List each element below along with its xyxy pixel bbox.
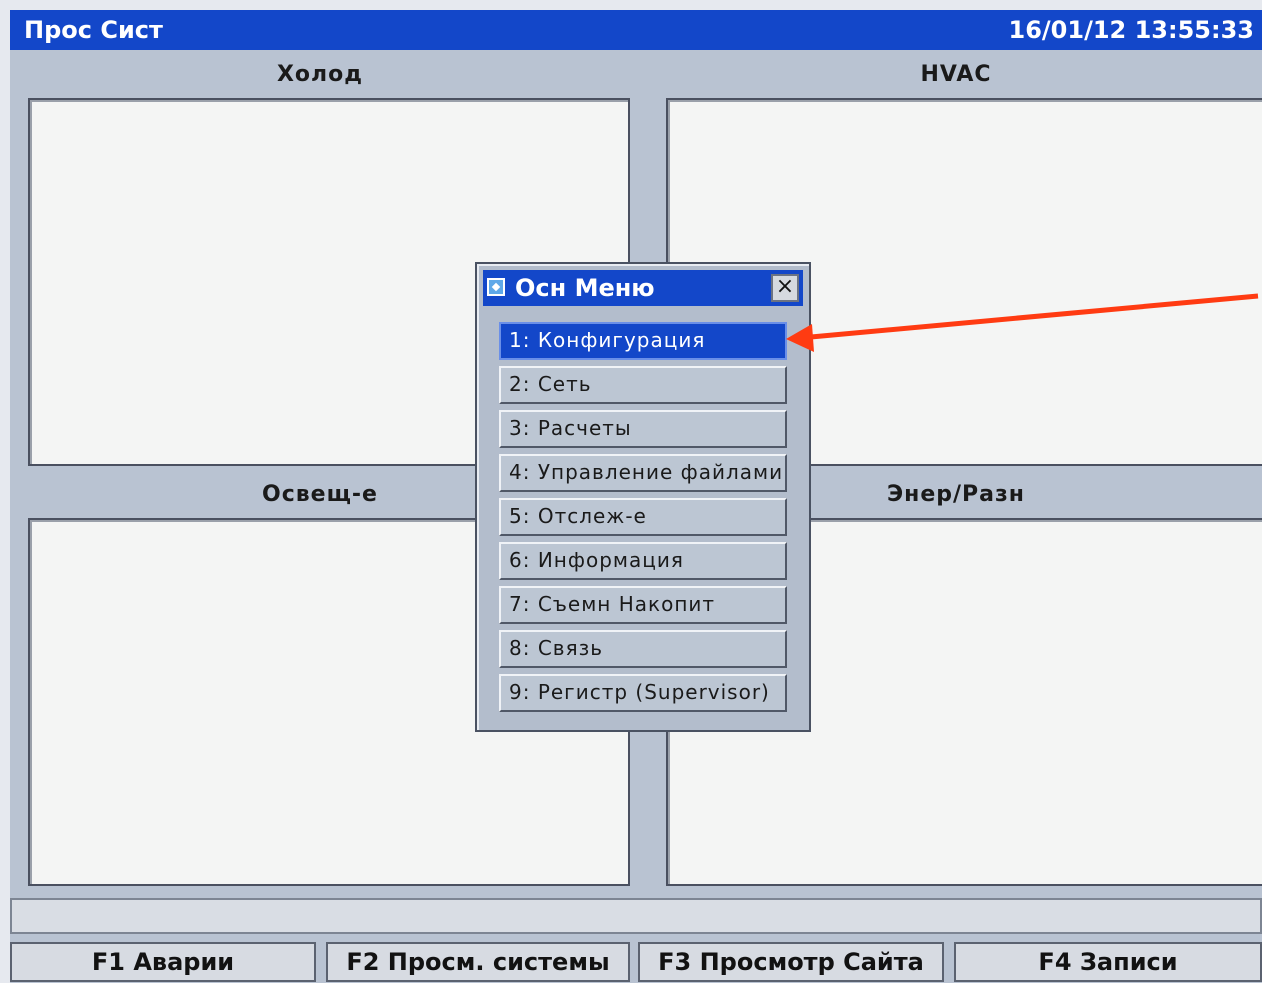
arrow-head <box>786 324 814 352</box>
arrow-shaft <box>799 293 1259 341</box>
annotation-arrow <box>786 293 1259 352</box>
